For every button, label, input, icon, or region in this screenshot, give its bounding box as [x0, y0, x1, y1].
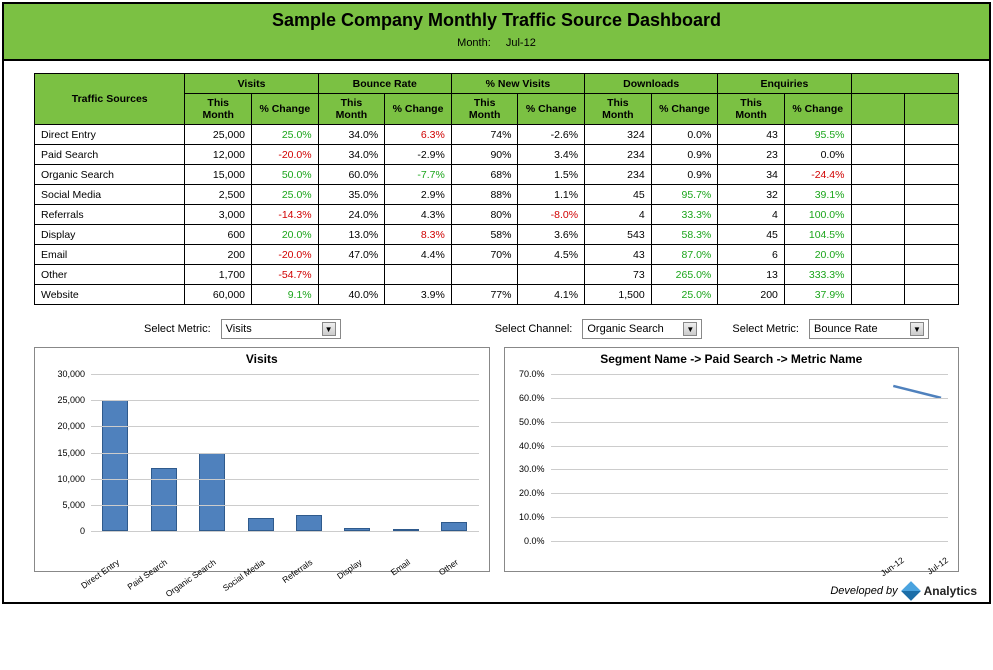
col-group-downloads: Downloads: [585, 74, 718, 94]
y-tick-label: 70.0%: [509, 369, 545, 379]
y-tick-label: 20,000: [41, 421, 85, 431]
subcol-this_month: This Month: [185, 94, 252, 125]
table-row: Website60,0009.1%40.0%3.9%77%4.1%1,50025…: [35, 285, 959, 305]
subcol-this_month: This Month: [451, 94, 518, 125]
line-chart-title: Segment Name -> Paid Search -> Metric Na…: [505, 348, 959, 366]
y-tick-label: 20.0%: [509, 488, 545, 498]
select-channel-value: Organic Search: [587, 323, 663, 335]
x-tick-label: Email: [388, 557, 411, 577]
table-row: Email200-20.0%47.0%4.4%70%4.5%4387.0%620…: [35, 245, 959, 265]
select-metric-right-value: Bounce Rate: [814, 323, 878, 335]
dashboard-header: Sample Company Monthly Traffic Source Da…: [4, 4, 989, 61]
bar-chart-title: Visits: [35, 348, 489, 366]
bar: [199, 453, 225, 532]
chevron-down-icon: ▼: [322, 322, 336, 336]
y-tick-label: 5,000: [41, 500, 85, 510]
y-tick-label: 30,000: [41, 369, 85, 379]
y-tick-label: 50.0%: [509, 417, 545, 427]
month-value: Jul-12: [506, 37, 536, 49]
subcol-change: % Change: [651, 94, 718, 125]
select-channel-label: Select Channel:: [495, 323, 573, 335]
col-group-enquiries: Enquiries: [718, 74, 851, 94]
table-row: Direct Entry25,00025.0%34.0%6.3%74%-2.6%…: [35, 125, 959, 145]
footer: Developed by Analytics: [4, 578, 989, 602]
x-tick-label: Jul-12: [925, 555, 950, 576]
y-tick-label: 15,000: [41, 448, 85, 458]
bar: [296, 515, 322, 531]
subcol-change: % Change: [518, 94, 585, 125]
subcol-this_month: This Month: [585, 94, 652, 125]
brand-name: Analytics: [924, 584, 977, 598]
chevron-down-icon: ▼: [683, 322, 697, 336]
subcol-change: % Change: [252, 94, 319, 125]
x-tick-label: Other: [437, 557, 460, 577]
y-tick-label: 0: [41, 526, 85, 536]
y-tick-label: 40.0%: [509, 441, 545, 451]
traffic-table: Traffic Sources Visits Bounce Rate % New…: [34, 73, 959, 305]
y-tick-label: 30.0%: [509, 464, 545, 474]
y-tick-label: 60.0%: [509, 393, 545, 403]
y-tick-label: 10.0%: [509, 512, 545, 522]
y-tick-label: 25,000: [41, 395, 85, 405]
bar: [441, 522, 467, 531]
subcol-change: % Change: [784, 94, 851, 125]
col-group-blank: [851, 74, 959, 94]
select-metric-left[interactable]: Visits ▼: [221, 319, 341, 339]
table-row: Social Media2,50025.0%35.0%2.9%88%1.1%45…: [35, 185, 959, 205]
table-row: Paid Search12,000-20.0%34.0%-2.9%90%3.4%…: [35, 145, 959, 165]
month-label: Month:: [457, 37, 491, 49]
col-traffic-sources: Traffic Sources: [35, 74, 185, 125]
y-tick-label: 0.0%: [509, 536, 545, 546]
select-channel[interactable]: Organic Search ▼: [582, 319, 702, 339]
table-row: Other1,700-54.7%73265.0%13333.3%: [35, 265, 959, 285]
select-metric-right[interactable]: Bounce Rate ▼: [809, 319, 929, 339]
subcol-this_month: This Month: [318, 94, 385, 125]
select-metric-right-label: Select Metric:: [732, 323, 799, 335]
bar: [248, 518, 274, 531]
table-row: Referrals3,000-14.3%24.0%4.3%80%-8.0%433…: [35, 205, 959, 225]
page-title: Sample Company Monthly Traffic Source Da…: [4, 10, 989, 31]
select-metric-left-value: Visits: [226, 323, 252, 335]
subcol-this_month: This Month: [718, 94, 785, 125]
bar: [151, 468, 177, 531]
y-tick-label: 10,000: [41, 474, 85, 484]
analytics-logo-icon: [901, 581, 921, 601]
bar-chart-visits: Visits Direct EntryPaid SearchOrganic Se…: [34, 347, 490, 572]
col-group-bounce: Bounce Rate: [318, 74, 451, 94]
line-segment: [893, 386, 941, 398]
col-group-visits: Visits: [185, 74, 318, 94]
table-row: Display60020.0%13.0%8.3%58%3.6%54358.3%4…: [35, 225, 959, 245]
subcol-change: % Change: [385, 94, 452, 125]
table-row: Organic Search15,00050.0%60.0%-7.7%68%1.…: [35, 165, 959, 185]
bar: [102, 400, 128, 531]
chevron-down-icon: ▼: [910, 322, 924, 336]
line-chart-segment: Segment Name -> Paid Search -> Metric Na…: [504, 347, 960, 572]
x-tick-label: Jun-12: [879, 555, 906, 578]
col-group-newvisits: % New Visits: [451, 74, 584, 94]
developed-by-label: Developed by: [830, 585, 897, 597]
select-metric-left-label: Select Metric:: [144, 323, 211, 335]
